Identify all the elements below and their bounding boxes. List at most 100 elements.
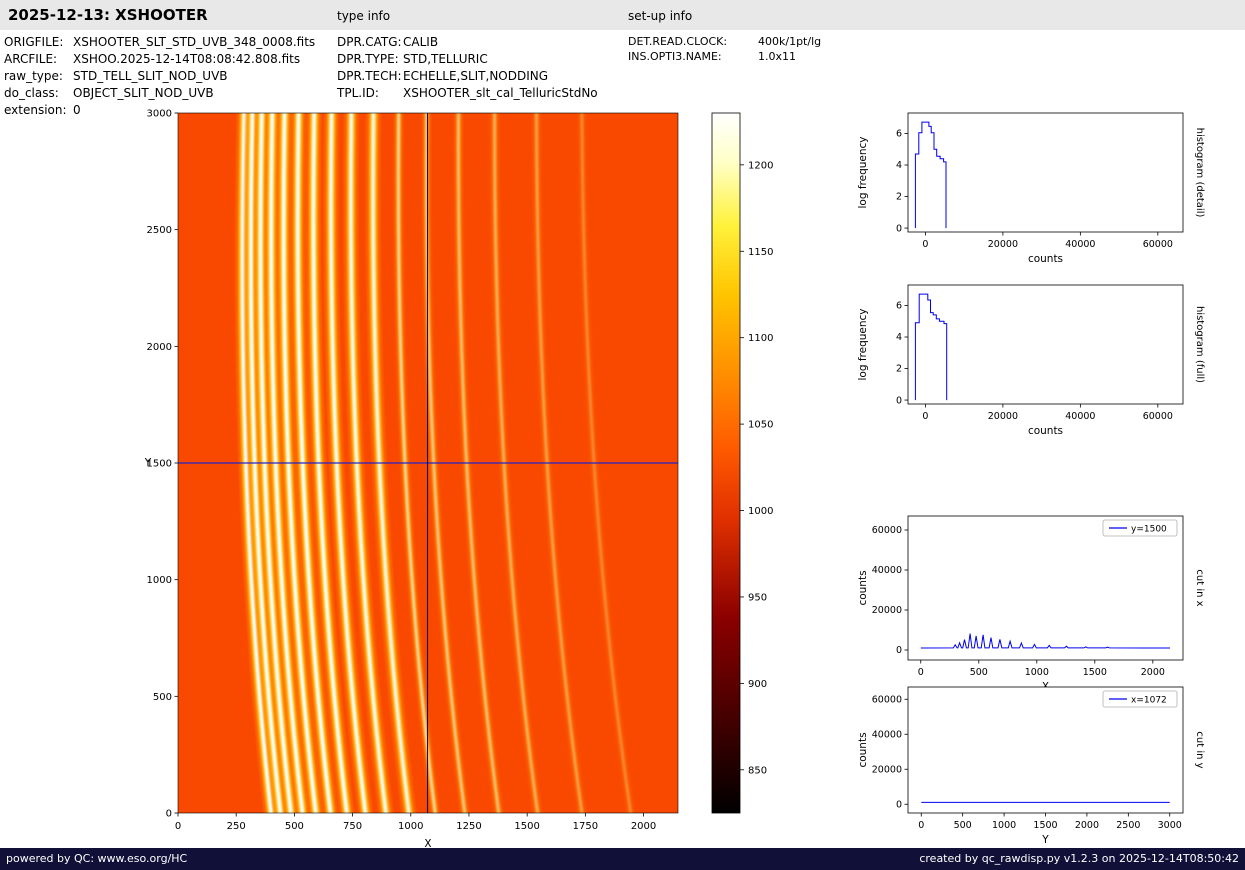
histogram-full-chart: 0 20000 40000 60000 0 2 4 6 counts log frequency h… bbox=[857, 284, 1205, 437]
svg-text:500: 500 bbox=[285, 821, 304, 832]
svg-text:40000: 40000 bbox=[872, 565, 902, 576]
raw-frame-image-plot: 0 250 500 750 1000 1250 1500 1750 20000500100015… bbox=[144, 109, 679, 850]
svg-text:0: 0 bbox=[896, 223, 902, 234]
svg-text:40000: 40000 bbox=[872, 729, 902, 740]
svg-text:60000: 60000 bbox=[872, 525, 902, 536]
svg-text:y=1500: y=1500 bbox=[1131, 525, 1167, 535]
svg-text:cut in y: cut in y bbox=[1194, 731, 1205, 768]
svg-text:20000: 20000 bbox=[872, 764, 902, 775]
svg-text:histogram (full): histogram (full) bbox=[1194, 306, 1205, 383]
svg-text:1000: 1000 bbox=[992, 820, 1016, 831]
svg-text:0: 0 bbox=[896, 645, 902, 656]
svg-text:500: 500 bbox=[954, 820, 972, 831]
svg-text:0: 0 bbox=[922, 239, 928, 250]
meta-row-origfile: ORIGFILE: XSHOOTER_SLT_STD_UVB_348_0008.… bbox=[4, 34, 315, 51]
svg-text:0: 0 bbox=[896, 799, 902, 810]
svg-text:500: 500 bbox=[153, 692, 172, 703]
svg-text:1000: 1000 bbox=[398, 821, 423, 832]
cut-in-x-chart: 05001000150020000200004000060000Xcountsc… bbox=[857, 515, 1205, 693]
meta-label: ORIGFILE: bbox=[4, 35, 64, 49]
meta-value: 1.0x11 bbox=[758, 50, 797, 63]
svg-text:60000: 60000 bbox=[1143, 411, 1173, 422]
svg-text:1500: 1500 bbox=[514, 821, 539, 832]
meta-value: XSHOOTER_SLT_STD_UVB_348_0008.fits bbox=[73, 35, 316, 49]
colorbar: 1200 1150 1100 1050 1000 950 900 850 bbox=[711, 112, 773, 814]
svg-text:0: 0 bbox=[175, 821, 181, 832]
page-title: 2025-12-13: XSHOOTER bbox=[8, 6, 208, 24]
meta-value: CALIB bbox=[403, 35, 439, 49]
meta-value: 0 bbox=[73, 103, 81, 117]
svg-text:Y: Y bbox=[144, 457, 152, 469]
svg-text:40000: 40000 bbox=[1065, 239, 1095, 250]
footer-powered-by: powered by QC: www.eso.org/HC bbox=[6, 852, 188, 865]
svg-text:20000: 20000 bbox=[988, 411, 1018, 422]
svg-text:counts: counts bbox=[857, 570, 869, 605]
meta-label: DET.READ.CLOCK: bbox=[628, 35, 728, 48]
svg-text:log frequency: log frequency bbox=[857, 136, 869, 208]
svg-text:750: 750 bbox=[343, 821, 362, 832]
svg-text:40000: 40000 bbox=[1065, 411, 1095, 422]
meta-label: DPR.TYPE: bbox=[337, 52, 399, 66]
svg-text:850: 850 bbox=[748, 765, 767, 776]
svg-text:1050: 1050 bbox=[748, 420, 773, 431]
svg-text:20000: 20000 bbox=[872, 605, 902, 616]
svg-text:20000: 20000 bbox=[988, 239, 1018, 250]
svg-text:1150: 1150 bbox=[748, 247, 773, 258]
svg-text:Y: Y bbox=[1041, 834, 1049, 846]
svg-text:60000: 60000 bbox=[1143, 239, 1173, 250]
svg-text:0: 0 bbox=[922, 411, 928, 422]
type-info-block: DPR.CATG: CALIB DPR.TYPE: STD,TELLURIC D… bbox=[337, 34, 598, 102]
meta-row-opti3-name: INS.OPTI3.NAME: 1.0x11 bbox=[628, 49, 821, 64]
meta-label: DPR.CATG: bbox=[337, 35, 402, 49]
svg-text:cut in x: cut in x bbox=[1194, 569, 1205, 606]
type-info-heading: type info bbox=[337, 9, 391, 23]
svg-text:counts: counts bbox=[857, 732, 869, 767]
qc-rawdisp-report: 2025-12-13: XSHOOTER type info set-up in… bbox=[0, 0, 1245, 870]
svg-text:1250: 1250 bbox=[456, 821, 481, 832]
svg-text:1000: 1000 bbox=[147, 575, 172, 586]
svg-text:1500: 1500 bbox=[1033, 820, 1057, 831]
svg-text:histogram (detail): histogram (detail) bbox=[1194, 128, 1205, 218]
setup-info-heading: set-up info bbox=[628, 9, 693, 23]
svg-text:2500: 2500 bbox=[147, 225, 172, 236]
svg-text:counts: counts bbox=[1028, 425, 1063, 437]
svg-text:3000: 3000 bbox=[1158, 820, 1182, 831]
meta-value: XSHOO.2025-12-14T08:08:42.808.fits bbox=[73, 52, 301, 66]
meta-label: extension: bbox=[4, 103, 67, 117]
svg-text:counts: counts bbox=[1028, 253, 1063, 265]
meta-row-raw-type: raw_type: STD_TELL_SLIT_NOD_UVB bbox=[4, 68, 315, 85]
footer-bar: powered by QC: www.eso.org/HC created by… bbox=[0, 848, 1245, 870]
svg-text:0: 0 bbox=[896, 395, 902, 406]
svg-text:0: 0 bbox=[166, 809, 172, 820]
meta-row-read-clock: DET.READ.CLOCK: 400k/1pt/lg bbox=[628, 34, 821, 49]
meta-label: do_class: bbox=[4, 86, 59, 100]
meta-row-dpr-type: DPR.TYPE: STD,TELLURIC bbox=[337, 51, 598, 68]
meta-label: TPL.ID: bbox=[337, 86, 379, 100]
meta-value: XSHOOTER_slt_cal_TelluricStdNo bbox=[403, 86, 598, 100]
svg-text:3000: 3000 bbox=[147, 109, 172, 120]
meta-label: INS.OPTI3.NAME: bbox=[628, 50, 722, 63]
meta-label: DPR.TECH: bbox=[337, 69, 402, 83]
meta-value: OBJECT_SLIT_NOD_UVB bbox=[73, 86, 214, 100]
svg-text:900: 900 bbox=[748, 679, 767, 690]
svg-text:1000: 1000 bbox=[1025, 667, 1049, 678]
svg-text:log frequency: log frequency bbox=[857, 308, 869, 380]
svg-text:950: 950 bbox=[748, 592, 767, 603]
svg-text:1500: 1500 bbox=[1083, 667, 1107, 678]
svg-text:60000: 60000 bbox=[872, 694, 902, 705]
svg-text:1200: 1200 bbox=[748, 160, 773, 171]
svg-text:2: 2 bbox=[896, 364, 902, 375]
svg-text:2000: 2000 bbox=[1141, 667, 1165, 678]
meta-value: STD_TELL_SLIT_NOD_UVB bbox=[73, 69, 228, 83]
svg-text:1000: 1000 bbox=[748, 506, 773, 517]
header-bar: 2025-12-13: XSHOOTER type info set-up in… bbox=[0, 0, 1245, 30]
svg-text:250: 250 bbox=[227, 821, 246, 832]
meta-value: 400k/1pt/lg bbox=[758, 35, 822, 48]
svg-text:2: 2 bbox=[896, 192, 902, 203]
meta-row-dpr-tech: DPR.TECH: ECHELLE,SLIT,NODDING bbox=[337, 68, 598, 85]
footer-created-by: created by qc_rawdisp.py v1.2.3 on 2025-… bbox=[919, 852, 1239, 865]
meta-label: raw_type: bbox=[4, 69, 63, 83]
svg-text:4: 4 bbox=[896, 160, 902, 171]
meta-row-tpl-id: TPL.ID: XSHOOTER_slt_cal_TelluricStdNo bbox=[337, 85, 598, 102]
meta-row-arcfile: ARCFILE: XSHOO.2025-12-14T08:08:42.808.f… bbox=[4, 51, 315, 68]
